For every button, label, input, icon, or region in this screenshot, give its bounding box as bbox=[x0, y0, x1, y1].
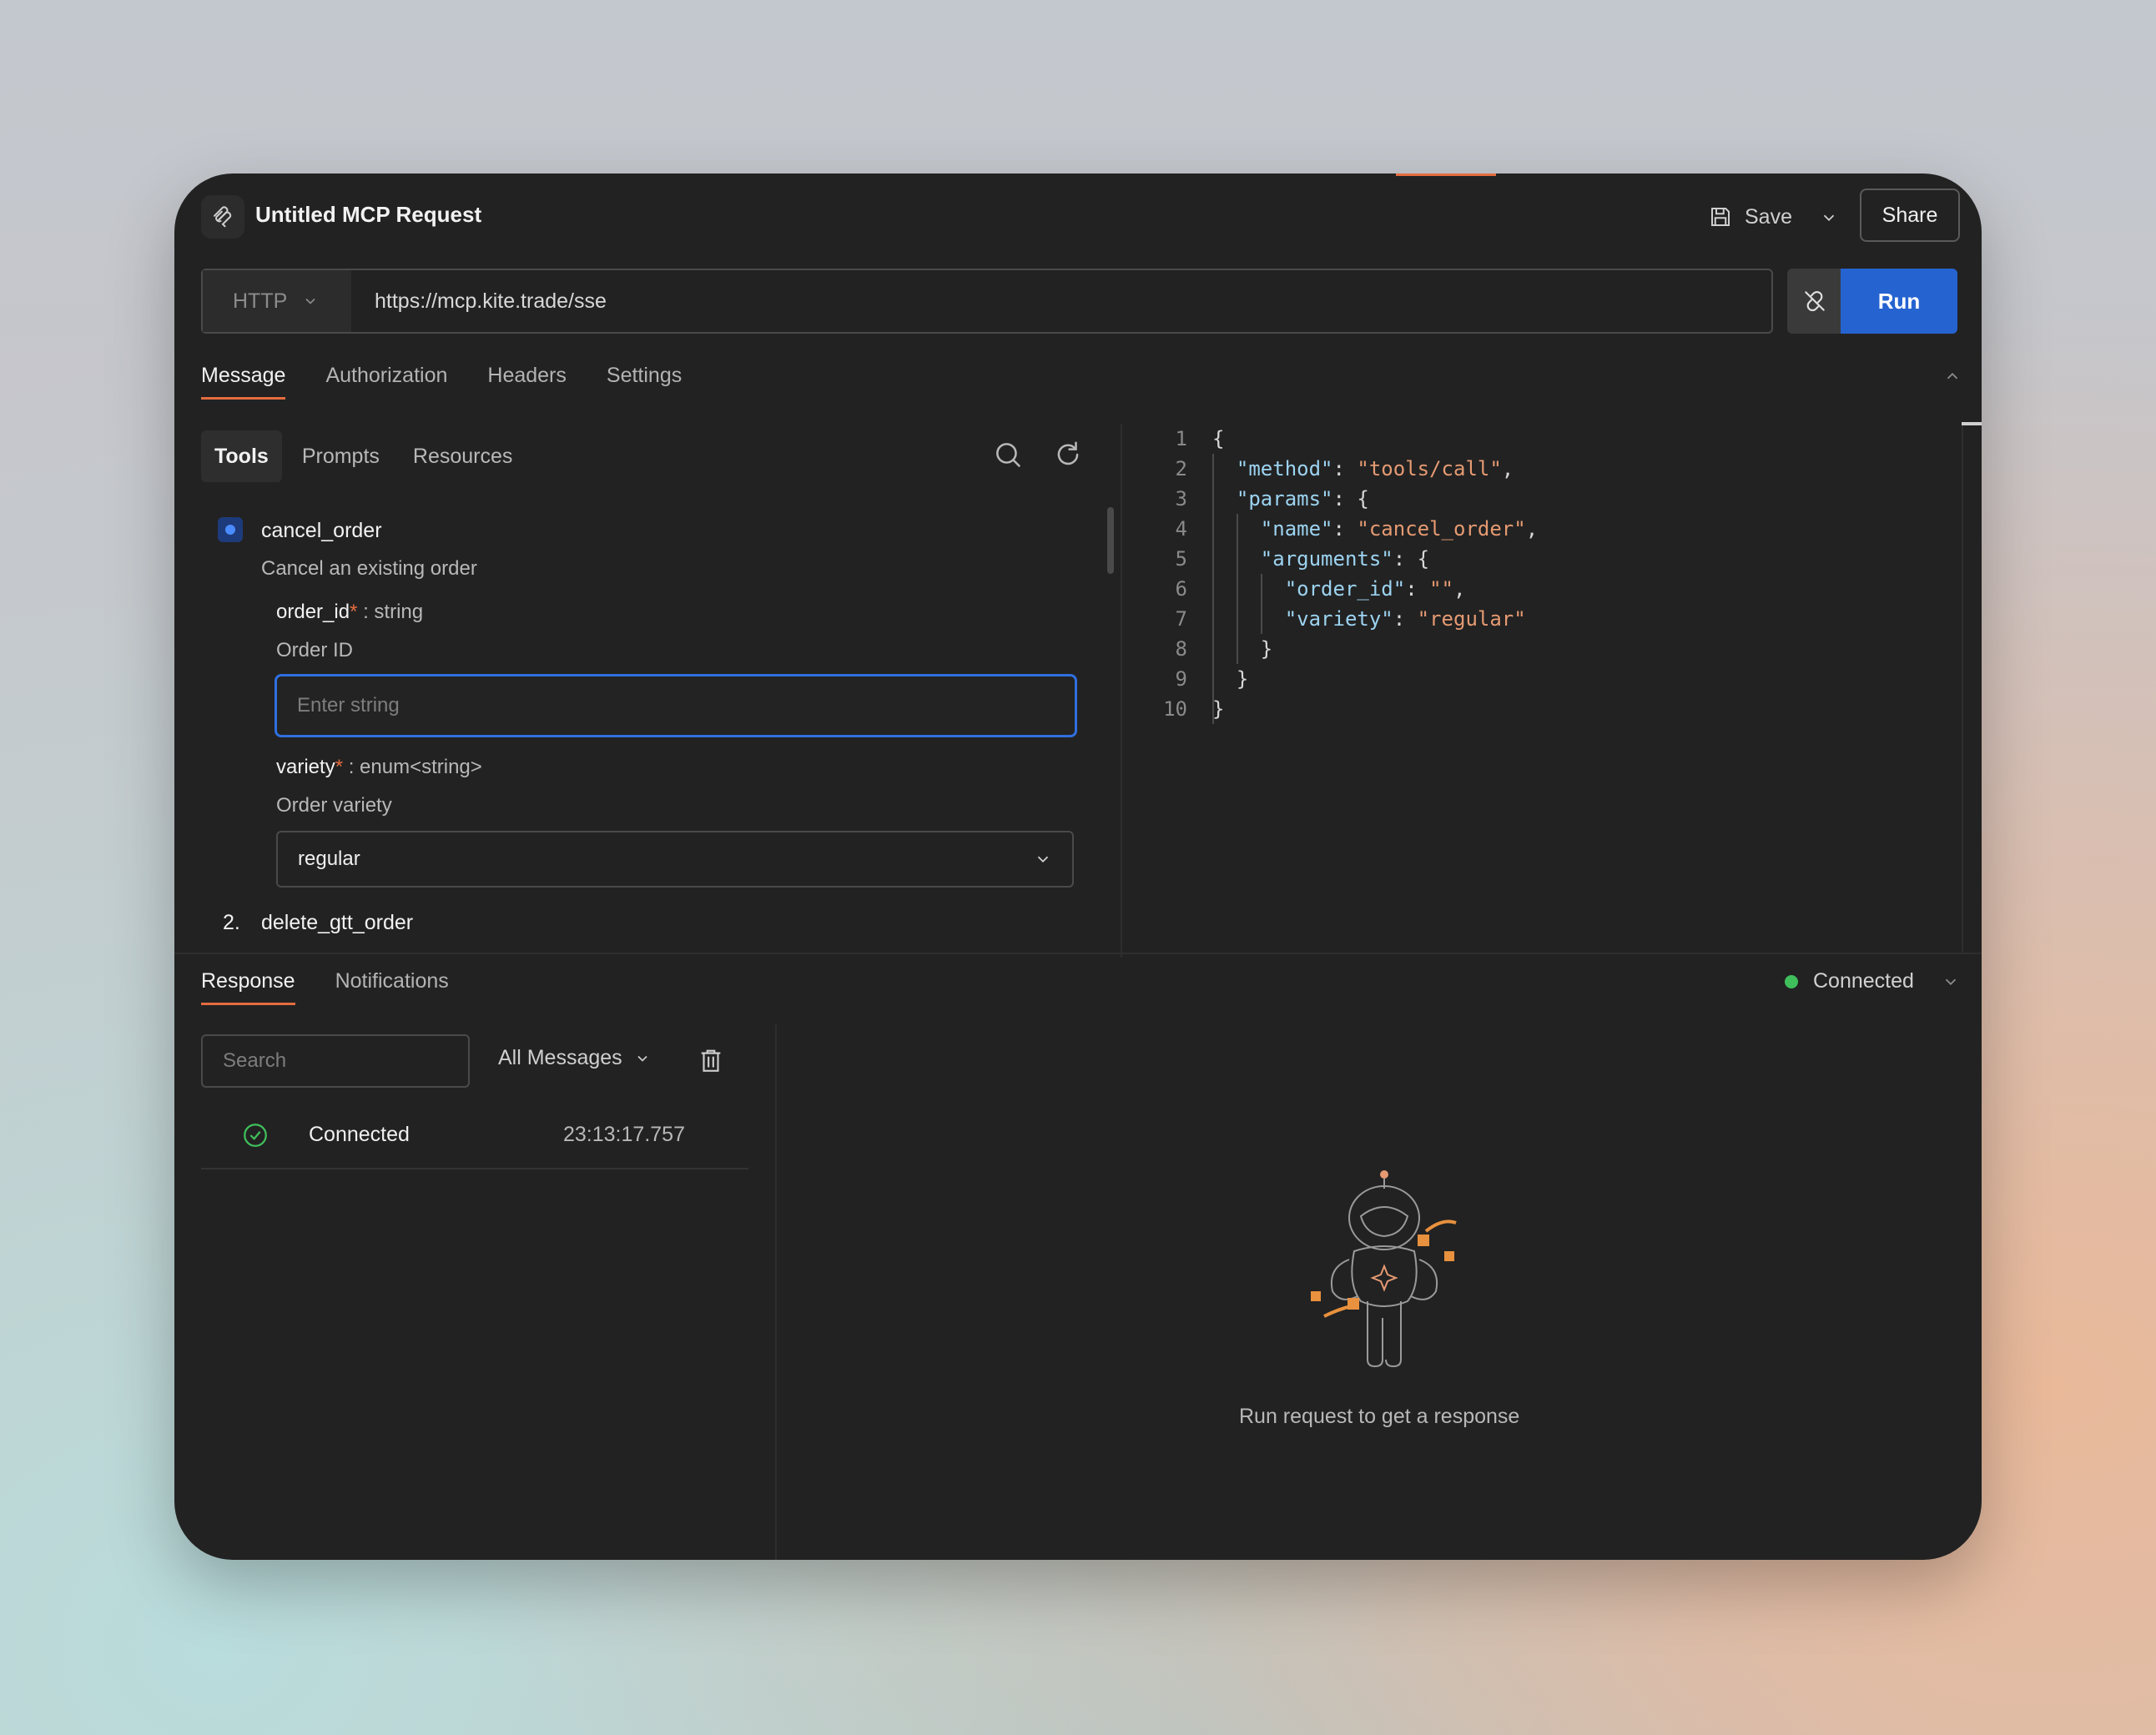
param-variety-description: Order variety bbox=[276, 794, 392, 817]
tool-name[interactable]: delete_gtt_order bbox=[261, 911, 413, 935]
chevron-down-icon bbox=[305, 298, 315, 304]
disconnect-button[interactable] bbox=[1787, 269, 1842, 334]
message-filter-select[interactable]: All Messages bbox=[498, 1046, 651, 1070]
loading-indicator bbox=[1396, 174, 1496, 176]
save-button[interactable]: Save bbox=[1708, 195, 1792, 239]
tab-headers[interactable]: Headers bbox=[487, 364, 567, 400]
message-text: Connected bbox=[309, 1123, 410, 1146]
subtab-tools[interactable]: Tools bbox=[201, 430, 282, 482]
astronaut-illustration bbox=[1301, 1168, 1484, 1380]
subtab-resources[interactable]: Resources bbox=[400, 430, 526, 482]
tool-number: 2. bbox=[223, 911, 240, 934]
message-time: 23:13:17.757 bbox=[563, 1123, 685, 1146]
variety-select[interactable]: regular bbox=[276, 831, 1074, 888]
save-icon bbox=[1711, 208, 1730, 226]
subtab-prompts[interactable]: Prompts bbox=[289, 430, 393, 482]
editor-scrollbar[interactable] bbox=[1962, 422, 1982, 425]
refresh-icon[interactable] bbox=[1052, 439, 1084, 475]
tool-name[interactable]: cancel_order bbox=[261, 519, 382, 543]
tab-response[interactable]: Response bbox=[201, 969, 295, 1005]
app-window: Untitled MCP Request Save Share HTTP htt… bbox=[174, 174, 1982, 1560]
search-icon[interactable] bbox=[992, 439, 1024, 475]
panel-divider[interactable] bbox=[1121, 424, 1122, 958]
method-select[interactable]: HTTP bbox=[203, 270, 351, 332]
tab-authorization[interactable]: Authorization bbox=[325, 364, 447, 400]
collapse-chevron-up-icon[interactable] bbox=[1943, 367, 1962, 390]
empty-state-text: Run request to get a response bbox=[1239, 1405, 1520, 1428]
collapse-chevron-down-icon[interactable] bbox=[1942, 973, 1960, 995]
trash-icon[interactable] bbox=[697, 1046, 725, 1079]
chevron-down-icon bbox=[1037, 856, 1049, 863]
connection-status: Connected bbox=[1785, 969, 1914, 993]
tab-settings[interactable]: Settings bbox=[607, 364, 682, 400]
param-order-id-label: order_id* : string bbox=[276, 601, 424, 623]
save-label: Save bbox=[1745, 204, 1792, 229]
request-title[interactable]: Untitled MCP Request bbox=[255, 202, 481, 228]
status-dot bbox=[1785, 974, 1798, 988]
message-search-input[interactable]: Search bbox=[201, 1034, 470, 1088]
tab-notifications[interactable]: Notifications bbox=[335, 969, 449, 1005]
response-panel-divider[interactable] bbox=[775, 1024, 777, 1560]
tools-scrollbar[interactable] bbox=[1107, 507, 1114, 574]
request-tabs: Message Authorization Headers Settings bbox=[201, 364, 682, 400]
variety-value: regular bbox=[298, 847, 360, 870]
response-divider[interactable] bbox=[174, 953, 1982, 954]
tool-description: Cancel an existing order bbox=[261, 557, 477, 580]
message-subtabs: Tools Prompts Resources bbox=[201, 430, 526, 482]
check-circle-icon bbox=[241, 1121, 270, 1154]
url-bar: HTTP https://mcp.kite.trade/sse bbox=[201, 269, 1773, 334]
editor-scrollbar-track bbox=[1962, 424, 1963, 953]
response-tabs: Response Notifications bbox=[201, 969, 449, 1005]
json-editor[interactable]: 1{ 2 "method": "tools/call", 3 "params":… bbox=[1144, 424, 1538, 724]
filter-label: All Messages bbox=[498, 1046, 622, 1069]
run-button[interactable]: Run bbox=[1841, 269, 1957, 334]
mcp-logo-icon bbox=[201, 195, 244, 239]
unlink-icon bbox=[1805, 290, 1825, 312]
chevron-down-icon bbox=[637, 1055, 647, 1062]
status-label: Connected bbox=[1813, 969, 1914, 993]
tool-radio[interactable] bbox=[218, 517, 243, 542]
share-button[interactable]: Share bbox=[1860, 189, 1960, 242]
param-order-id-description: Order ID bbox=[276, 639, 354, 661]
method-label: HTTP bbox=[233, 289, 288, 313]
order-id-input[interactable]: Enter string bbox=[275, 674, 1077, 737]
tab-message[interactable]: Message bbox=[201, 364, 286, 400]
param-variety-label: variety* : enum<string> bbox=[276, 756, 482, 778]
save-options-chevron-down-icon[interactable] bbox=[1810, 199, 1848, 237]
url-input[interactable]: https://mcp.kite.trade/sse bbox=[351, 270, 607, 332]
